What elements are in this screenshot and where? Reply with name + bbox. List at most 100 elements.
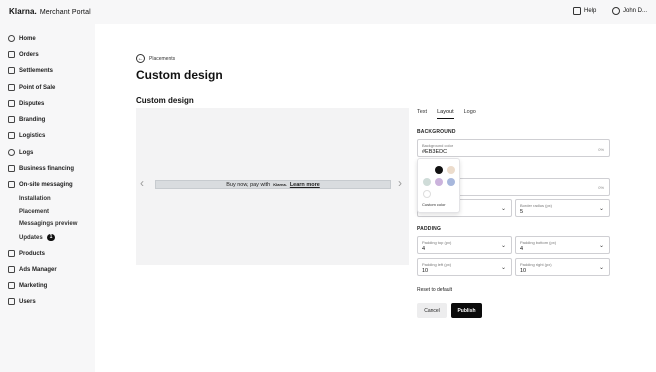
- sidebar-item-label: Marketing: [19, 282, 48, 289]
- help-button[interactable]: Help: [573, 7, 596, 15]
- point-of-sale-icon: [8, 84, 15, 91]
- logs-icon: [8, 149, 15, 156]
- settlements-icon: [8, 67, 15, 74]
- user-label: John D...: [623, 8, 648, 14]
- user-icon: [612, 7, 620, 15]
- background-section-title: BACKGROUND: [417, 129, 456, 135]
- sidebar-item-label: Ads Manager: [19, 266, 57, 273]
- sidebar-item-on-site-messaging[interactable]: On-site messaging: [8, 181, 73, 188]
- sidebar-item-disputes[interactable]: Disputes: [8, 100, 44, 107]
- tab-layout[interactable]: Layout: [437, 109, 454, 119]
- color-swatch[interactable]: [435, 166, 443, 174]
- border-opacity-value: 0%: [598, 185, 604, 190]
- tab-logo[interactable]: Logo: [464, 109, 476, 119]
- background-color-field[interactable]: Background color #EB3EDC 0%: [417, 139, 610, 157]
- chevron-down-icon: ⌄: [500, 243, 506, 249]
- business-financing-icon: [8, 165, 15, 172]
- padding-left-value: 10: [422, 268, 429, 274]
- padding-section-title: PADDING: [417, 226, 442, 232]
- padding-top-label: Padding top (px): [422, 240, 452, 245]
- branding-icon: [8, 116, 15, 123]
- help-icon: [573, 7, 581, 15]
- sidebar-item-label: Orders: [19, 51, 39, 58]
- padding-left-select[interactable]: Padding left (px) 10 ⌄: [417, 258, 512, 276]
- ads-manager-icon: [8, 266, 15, 273]
- sidebar-item-label: Disputes: [19, 100, 45, 107]
- section-title: Custom design: [136, 96, 194, 105]
- chevron-down-icon: ⌄: [598, 206, 604, 212]
- border-radius-select[interactable]: Border radius (px) 5 ⌄: [515, 199, 610, 217]
- sidebar-subitem-messagings-preview[interactable]: Messagings preview: [19, 221, 77, 227]
- banner-text: Buy now, pay with: [226, 181, 271, 188]
- background-color-label: Background color: [422, 143, 454, 148]
- sidebar-item-home[interactable]: Home: [8, 35, 36, 42]
- updates-count-badge: 1: [46, 234, 56, 241]
- user-menu[interactable]: John D...: [612, 7, 647, 15]
- sidebar-item-ads-manager[interactable]: Ads Manager: [8, 266, 57, 273]
- custom-color-button[interactable]: Custom color: [422, 202, 446, 207]
- design-tabs: Text Layout Logo: [417, 109, 476, 119]
- padding-bottom-label: Padding bottom (px): [520, 240, 557, 245]
- color-swatch[interactable]: [423, 166, 431, 174]
- brand-logo[interactable]: Klarna. Merchant Portal: [9, 7, 91, 16]
- sidebar-item-users[interactable]: Users: [8, 298, 36, 305]
- color-picker-popover: Custom color: [417, 158, 460, 213]
- breadcrumb: ← Placements: [136, 54, 175, 63]
- banner-learn-more-link[interactable]: Learn more: [290, 182, 320, 188]
- border-radius-value: 5: [520, 209, 524, 215]
- sidebar-item-point-of-sale[interactable]: Point of Sale: [8, 84, 55, 91]
- color-swatch[interactable]: [435, 178, 443, 186]
- sidebar-subitem-installation[interactable]: Installation: [19, 196, 51, 202]
- border-radius-label: Border radius (px): [520, 203, 553, 208]
- color-swatch[interactable]: [423, 190, 431, 198]
- reset-to-default-link[interactable]: Reset to default: [417, 287, 452, 293]
- sidebar-item-label: Products: [19, 250, 46, 257]
- sidebar-item-products[interactable]: Products: [8, 250, 45, 257]
- color-swatch[interactable]: [447, 178, 455, 186]
- users-icon: [8, 298, 15, 305]
- background-color-value: #EB3EDC: [422, 149, 448, 155]
- padding-top-select[interactable]: Padding top (px) 4 ⌄: [417, 236, 512, 254]
- sidebar-subitem-placement[interactable]: Placement: [19, 209, 49, 215]
- publish-button[interactable]: Publish: [451, 303, 482, 318]
- chevron-right-icon[interactable]: ›: [398, 177, 402, 189]
- orders-icon: [8, 51, 15, 58]
- on-site-messaging-icon: [8, 181, 15, 188]
- sidebar-item-branding[interactable]: Branding: [8, 116, 45, 123]
- chevron-down-icon: ⌄: [598, 265, 604, 271]
- chevron-down-icon: ⌄: [500, 206, 506, 212]
- padding-bottom-value: 4: [520, 246, 524, 252]
- disputes-icon: [8, 100, 15, 107]
- chevron-left-icon[interactable]: ‹: [140, 177, 144, 189]
- sidebar-item-marketing[interactable]: Marketing: [8, 282, 47, 289]
- padding-right-value: 10: [520, 268, 527, 274]
- marketing-icon: [8, 282, 15, 289]
- padding-top-value: 4: [422, 246, 426, 252]
- breadcrumb-placements[interactable]: Placements: [149, 56, 175, 62]
- color-swatch[interactable]: [423, 178, 431, 186]
- sidebar-item-business-financing[interactable]: Business financing: [8, 165, 74, 172]
- padding-bottom-select[interactable]: Padding bottom (px) 4 ⌄: [515, 236, 610, 254]
- sidebar-item-settlements[interactable]: Settlements: [8, 67, 53, 74]
- chevron-down-icon: ⌄: [500, 265, 506, 271]
- color-swatch[interactable]: [447, 166, 455, 174]
- sidebar-item-label: Branding: [19, 116, 46, 123]
- padding-right-label: Padding right (px): [520, 262, 552, 267]
- home-icon: [8, 35, 15, 42]
- preview-banner: Buy now, pay with Klarna. Learn more: [155, 180, 391, 189]
- cancel-button[interactable]: Cancel: [417, 303, 447, 318]
- products-icon: [8, 250, 15, 257]
- tab-text[interactable]: Text: [417, 109, 427, 119]
- sidebar-item-logs[interactable]: Logs: [8, 149, 33, 156]
- logistics-icon: [8, 132, 15, 139]
- page-title: Custom design: [136, 68, 223, 82]
- padding-left-label: Padding left (px): [422, 262, 452, 267]
- brand-name: Klarna.: [9, 7, 37, 16]
- chevron-down-icon: ⌄: [598, 243, 604, 249]
- sidebar-subitem-updates[interactable]: Updates 1: [19, 234, 56, 241]
- portal-name: Merchant Portal: [39, 9, 91, 16]
- padding-right-select[interactable]: Padding right (px) 10 ⌄: [515, 258, 610, 276]
- back-arrow-icon[interactable]: ←: [136, 54, 145, 63]
- sidebar-item-logistics[interactable]: Logistics: [8, 132, 45, 139]
- sidebar-item-orders[interactable]: Orders: [8, 51, 39, 58]
